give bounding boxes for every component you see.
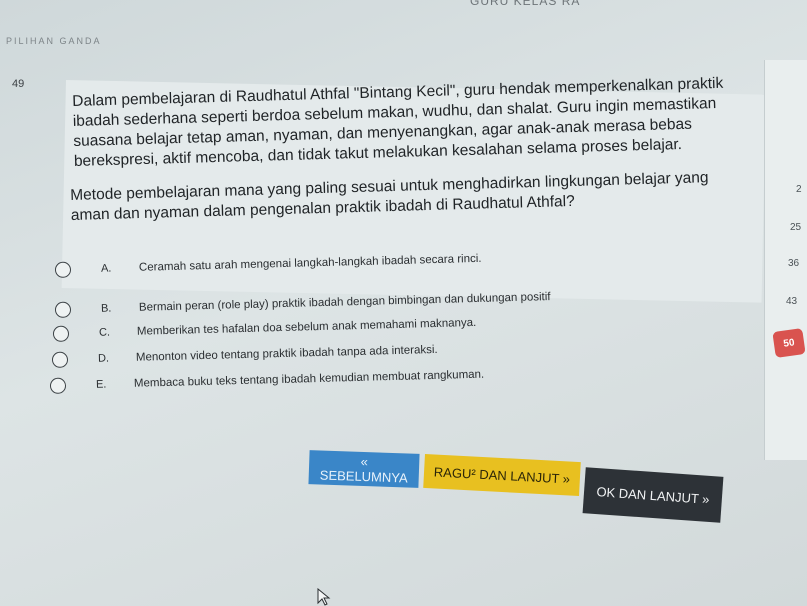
- radio-button[interactable]: [54, 301, 72, 318]
- nav-question-number[interactable]: 2: [796, 184, 802, 195]
- question-navigator: [764, 60, 807, 460]
- option-letter: D.: [97, 352, 110, 365]
- option-letter: E.: [95, 378, 107, 391]
- page-title: GURU KELAS RA: [470, 0, 581, 8]
- mouse-cursor-icon: [317, 588, 331, 606]
- nav-question-number[interactable]: 43: [786, 296, 797, 307]
- previous-button[interactable]: « SEBELUMNYA: [308, 450, 420, 488]
- option-letter: A.: [100, 262, 112, 275]
- radio-button[interactable]: [52, 325, 70, 342]
- radio-button[interactable]: [49, 377, 67, 394]
- ok-next-button[interactable]: OK DAN LANJUT »: [582, 467, 724, 523]
- option-letter: B.: [100, 302, 112, 315]
- question-number: 49: [12, 78, 25, 90]
- section-label: PILIHAN GANDA: [6, 36, 102, 46]
- nav-question-active[interactable]: 50: [772, 328, 806, 358]
- option-letter: C.: [98, 326, 111, 339]
- nav-question-number[interactable]: 25: [790, 222, 801, 233]
- radio-button[interactable]: [51, 351, 69, 368]
- radio-button[interactable]: [54, 261, 72, 278]
- nav-question-number[interactable]: 36: [788, 258, 799, 269]
